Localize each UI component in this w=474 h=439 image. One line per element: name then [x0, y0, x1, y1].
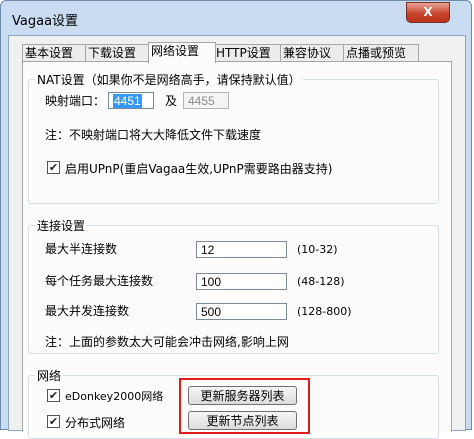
tab-download[interactable]: 下载设置	[85, 44, 151, 62]
tab-network[interactable]: 网络设置	[148, 42, 216, 63]
network-group: 网络 ✔ eDonkey2000网络 ✔ 分布式网络 更新服务器列表 更新节点列…	[28, 367, 439, 439]
tab-basic[interactable]: 基本设置	[22, 44, 88, 62]
update-server-list-button[interactable]: 更新服务器列表	[188, 386, 297, 405]
check-icon: ✔	[48, 415, 59, 428]
nat-group: NAT设置（如果你不是网络高手，请保持默认值） 映射端口： 4451 及 445…	[28, 71, 439, 204]
port-input[interactable]: 4451	[108, 92, 154, 109]
dht-checkbox[interactable]: ✔	[47, 415, 60, 428]
tab-compat[interactable]: 兼容协议	[280, 44, 346, 62]
check-icon: ✔	[48, 161, 59, 174]
max-concurrent-input[interactable]: 500	[196, 303, 287, 320]
settings-window: Vagaa设置 X 基本设置 下载设置 网络设置 HTTP设置 兼容协议 点播或…	[0, 0, 472, 439]
per-task-range: (48-128)	[297, 275, 345, 288]
max-concurrent-range: (128-800)	[297, 305, 352, 318]
network-settings-panel: NAT设置（如果你不是网络高手，请保持默认值） 映射端口： 4451 及 445…	[22, 61, 452, 439]
edonkey-checkbox[interactable]: ✔	[47, 389, 60, 402]
port-value: 4451	[113, 94, 142, 108]
half-open-input[interactable]: 12	[196, 241, 287, 258]
dht-label: 分布式网络	[65, 416, 126, 430]
window-title: Vagaa设置	[12, 14, 79, 29]
per-task-label: 每个任务最大连接数	[45, 274, 154, 288]
update-node-list-button[interactable]: 更新节点列表	[188, 411, 297, 430]
title-bar[interactable]: Vagaa设置 X	[1, 1, 471, 35]
edonkey-label: eDonkey2000网络	[65, 390, 164, 403]
connection-legend: 连接设置	[35, 217, 88, 234]
check-icon: ✔	[48, 389, 59, 402]
port-label: 映射端口：	[45, 94, 106, 108]
network-legend: 网络	[35, 367, 64, 384]
dialog-body: 基本设置 下载设置 网络设置 HTTP设置 兼容协议 点播或预览 NAT设置（如…	[8, 35, 466, 439]
nat-legend: NAT设置（如果你不是网络高手，请保持默认值）	[35, 71, 303, 88]
connection-group: 连接设置 最大半连接数 12 (10-32) 每个任务最大连接数 100 (48…	[28, 217, 439, 354]
half-open-label: 最大半连接数	[45, 242, 118, 256]
tab-http[interactable]: HTTP设置	[213, 44, 283, 62]
upnp-label: 启用UPnP(重启Vagaa生效,UPnP需要路由器支持)	[65, 162, 333, 176]
nat-note: 注：不映射端口将大大降低文件下载速度	[45, 128, 262, 142]
max-concurrent-label: 最大并发连接数	[45, 304, 130, 318]
tab-vod[interactable]: 点播或预览	[343, 44, 419, 62]
upnp-checkbox[interactable]: ✔	[47, 161, 60, 174]
half-open-range: (10-32)	[297, 243, 338, 256]
close-button[interactable]: X	[406, 2, 450, 23]
and-label: 及	[165, 94, 178, 108]
connection-note: 注：上面的参数太大可能会冲击网络,影响上网	[45, 335, 289, 349]
per-task-input[interactable]: 100	[196, 273, 287, 290]
close-icon: X	[423, 5, 433, 19]
port2-input: 4455	[183, 92, 229, 109]
